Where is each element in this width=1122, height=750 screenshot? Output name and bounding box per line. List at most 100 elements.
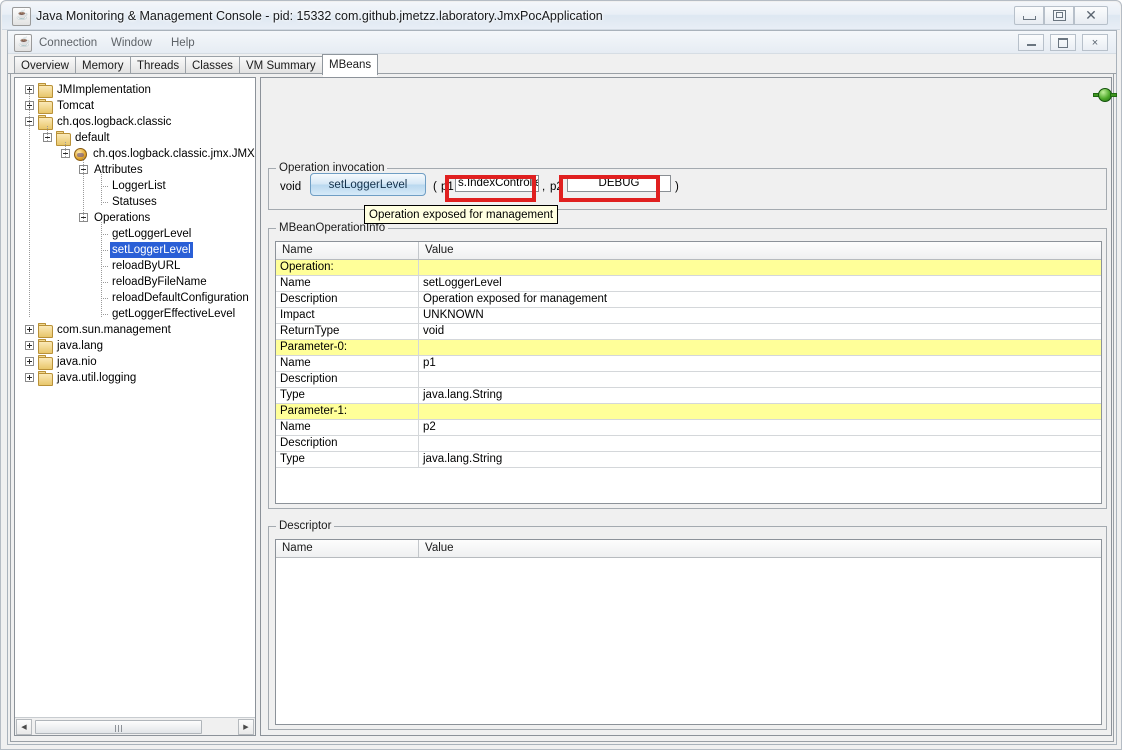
- mbean-tree-panel[interactable]: JMImplementation Tomcat ch.qos.logback.cla…: [14, 77, 256, 736]
- tree-node-com-sun-management[interactable]: com.sun.management: [15, 322, 255, 338]
- invoke-operation-button[interactable]: setLoggerLevel: [310, 173, 426, 196]
- expand-icon[interactable]: [25, 357, 34, 366]
- tree-node-java-lang[interactable]: java.lang: [15, 338, 255, 354]
- tree-node-java-util-logging[interactable]: java.util.logging: [15, 370, 255, 386]
- table-cell-value[interactable]: p1: [419, 356, 1101, 371]
- param2-input[interactable]: DEBUG: [567, 175, 671, 192]
- table-cell-name[interactable]: Description: [276, 372, 419, 387]
- menu-item-help[interactable]: Help: [168, 35, 198, 51]
- table-row[interactable]: Operation:: [276, 260, 1101, 276]
- tree-node-getloggerlevel[interactable]: getLoggerLevel: [15, 226, 255, 242]
- table-cell-value[interactable]: [419, 340, 1101, 355]
- table-cell-value[interactable]: [419, 404, 1101, 419]
- tree-connector: [101, 298, 109, 299]
- internal-restore-button[interactable]: [1050, 34, 1076, 51]
- column-header-value[interactable]: Value: [419, 242, 1101, 259]
- tree-node-jmimplementation[interactable]: JMImplementation: [15, 82, 255, 98]
- table-row[interactable]: Type java.lang.String: [276, 388, 1101, 404]
- tree-node-getloggereffectivelevel[interactable]: getLoggerEffectiveLevel: [15, 306, 255, 322]
- descriptor-column-header-name[interactable]: Name: [276, 540, 419, 557]
- descriptor-table-header: Name Value: [276, 540, 1101, 558]
- table-cell-value[interactable]: void: [419, 324, 1101, 339]
- table-cell-value[interactable]: UNKNOWN: [419, 308, 1101, 323]
- table-cell-name[interactable]: Name: [276, 356, 419, 371]
- table-cell-name[interactable]: Operation:: [276, 260, 419, 275]
- table-cell-value[interactable]: p2: [419, 420, 1101, 435]
- mbean-tree[interactable]: JMImplementation Tomcat ch.qos.logback.cla…: [15, 78, 255, 716]
- table-row[interactable]: Name setLoggerLevel: [276, 276, 1101, 292]
- menu-item-window[interactable]: Window: [108, 35, 155, 51]
- table-cell-name[interactable]: Parameter-1:: [276, 404, 419, 419]
- table-row[interactable]: Parameter-0:: [276, 340, 1101, 356]
- window-minimize-button[interactable]: [1014, 6, 1044, 25]
- window-close-button[interactable]: ✕: [1074, 6, 1108, 25]
- scroll-right-arrow-icon[interactable]: ▶: [238, 719, 254, 735]
- table-cell-value[interactable]: [419, 260, 1101, 275]
- internal-close-button[interactable]: ×: [1082, 34, 1108, 51]
- table-cell-value[interactable]: java.lang.String: [419, 388, 1101, 403]
- tree-node-tomcat[interactable]: Tomcat: [15, 98, 255, 114]
- table-cell-value[interactable]: java.lang.String: [419, 452, 1101, 467]
- table-cell-name[interactable]: Description: [276, 292, 419, 307]
- tree-node-setloggerlevel[interactable]: setLoggerLevel: [15, 242, 255, 258]
- tree-node-label: reloadByFileName: [112, 276, 207, 288]
- tree-node-java-nio[interactable]: java.nio: [15, 354, 255, 370]
- table-row[interactable]: Name p1: [276, 356, 1101, 372]
- table-cell-name[interactable]: ReturnType: [276, 324, 419, 339]
- table-row[interactable]: Type java.lang.String: [276, 452, 1101, 468]
- connected-green-icon: [1093, 88, 1117, 102]
- table-cell-name[interactable]: Parameter-0:: [276, 340, 419, 355]
- table-row[interactable]: Description: [276, 372, 1101, 388]
- tree-node-reloaddefaultconfiguration[interactable]: reloadDefaultConfiguration: [15, 290, 255, 306]
- table-cell-value[interactable]: [419, 436, 1101, 451]
- expand-icon[interactable]: [25, 325, 34, 334]
- tree-node-loggerlist[interactable]: LoggerList: [15, 178, 255, 194]
- tab-vm-summary[interactable]: VM Summary: [239, 56, 323, 74]
- scrollbar-thumb[interactable]: [35, 720, 202, 734]
- table-cell-value[interactable]: setLoggerLevel: [419, 276, 1101, 291]
- menu-item-connection[interactable]: Connection: [36, 35, 100, 51]
- tree-node-ch-qos-logback-classic[interactable]: ch.qos.logback.classic: [15, 114, 255, 130]
- param1-input[interactable]: s.IndexControlle: [455, 175, 539, 192]
- table-row[interactable]: ReturnType void: [276, 324, 1101, 340]
- tree-connector: [101, 234, 109, 235]
- tab-mbeans[interactable]: MBeans: [322, 54, 379, 75]
- table-cell-value[interactable]: Operation exposed for management: [419, 292, 1101, 307]
- tree-horizontal-scrollbar[interactable]: ◀ ▶: [15, 717, 255, 735]
- table-cell-name[interactable]: Name: [276, 420, 419, 435]
- tree-node-ch-qos-logback-classic-jmx-jmxco[interactable]: ch.qos.logback.classic.jmx.JMXCo: [15, 146, 255, 162]
- scroll-left-arrow-icon[interactable]: ◀: [16, 719, 32, 735]
- operation-info-table[interactable]: Name Value Operation: Name setLoggerLevel D…: [275, 241, 1102, 504]
- tab-classes[interactable]: Classes: [185, 56, 240, 74]
- table-cell-name[interactable]: Name: [276, 276, 419, 291]
- tab-label: Classes: [192, 60, 233, 72]
- table-cell-name[interactable]: Type: [276, 388, 419, 403]
- table-row[interactable]: Name p2: [276, 420, 1101, 436]
- table-cell-name[interactable]: Type: [276, 452, 419, 467]
- tree-node-reloadbyurl[interactable]: reloadByURL: [15, 258, 255, 274]
- table-cell-value[interactable]: [419, 372, 1101, 387]
- window-maximize-button[interactable]: [1044, 6, 1074, 25]
- expand-icon[interactable]: [25, 341, 34, 350]
- tab-overview[interactable]: Overview: [14, 56, 76, 74]
- expand-icon[interactable]: [25, 373, 34, 382]
- tree-node-reloadbyfilename[interactable]: reloadByFileName: [15, 274, 255, 290]
- tab-threads[interactable]: Threads: [130, 56, 187, 74]
- table-row[interactable]: Impact UNKNOWN: [276, 308, 1101, 324]
- table-row[interactable]: Description Operation exposed for managem…: [276, 292, 1101, 308]
- table-cell-name[interactable]: Description: [276, 436, 419, 451]
- tab-label: VM Summary: [246, 60, 316, 72]
- internal-minimize-button[interactable]: [1018, 34, 1044, 51]
- descriptor-column-header-value[interactable]: Value: [419, 540, 1101, 557]
- table-row[interactable]: Description: [276, 436, 1101, 452]
- tree-node-default[interactable]: default: [15, 130, 255, 146]
- descriptor-table[interactable]: Name Value: [275, 539, 1102, 725]
- table-cell-name[interactable]: Impact: [276, 308, 419, 323]
- tree-node-statuses[interactable]: Statuses: [15, 194, 255, 210]
- tree-node-attributes[interactable]: Attributes: [15, 162, 255, 178]
- table-row[interactable]: Parameter-1:: [276, 404, 1101, 420]
- folder-icon: [38, 323, 53, 338]
- tree-node-operations[interactable]: Operations: [15, 210, 255, 226]
- column-header-name[interactable]: Name: [276, 242, 419, 259]
- tab-memory[interactable]: Memory: [75, 56, 131, 74]
